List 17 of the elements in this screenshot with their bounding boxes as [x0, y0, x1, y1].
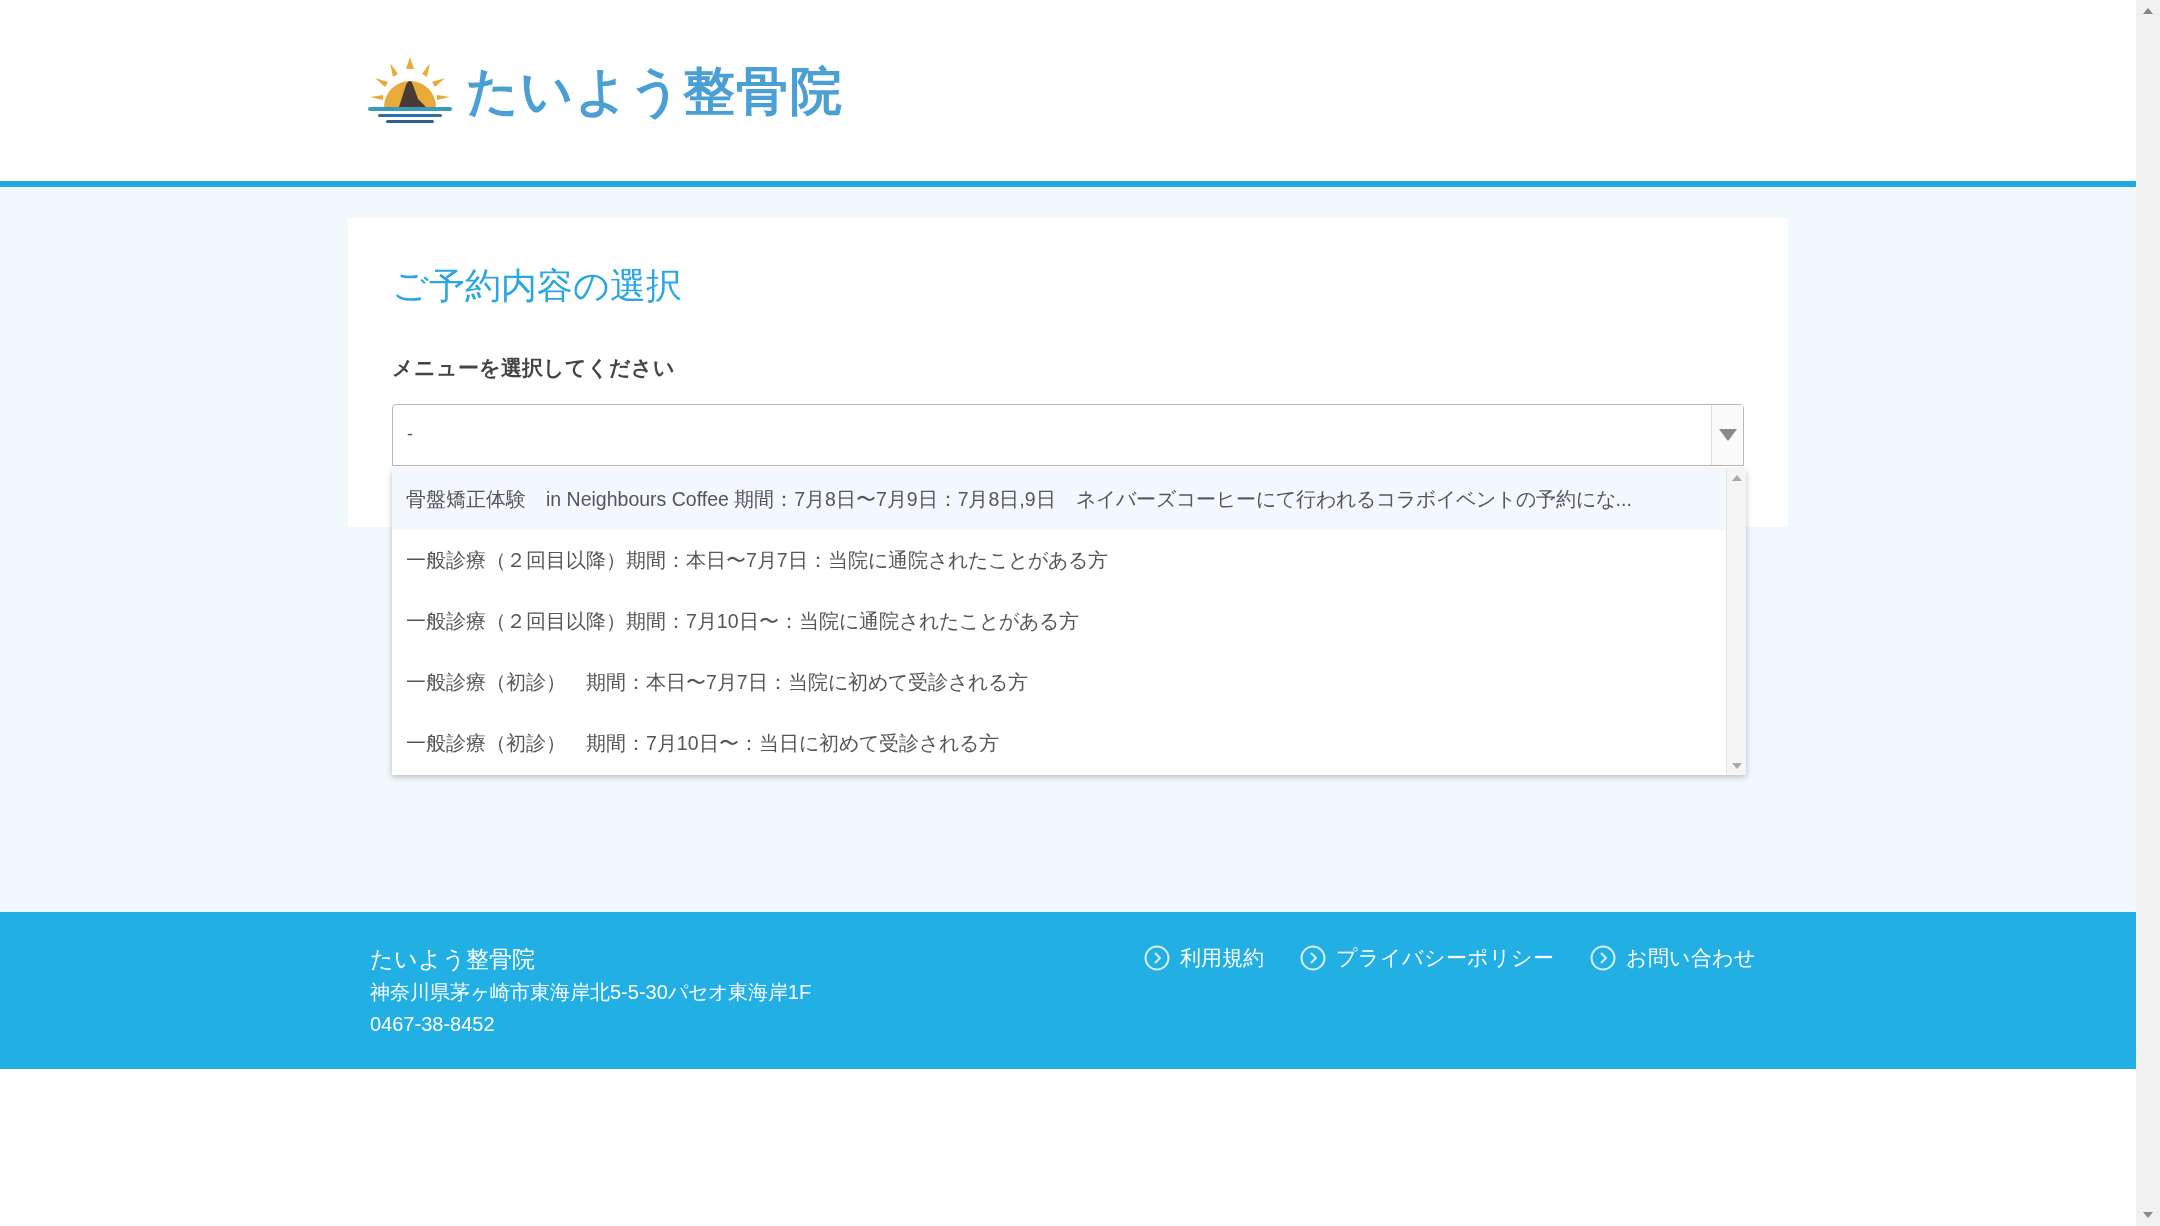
footer-address: 神奈川県茅ヶ崎市東海岸北5-5-30パセオ東海岸1F: [370, 980, 812, 1005]
scroll-down-icon[interactable]: [1731, 763, 1742, 769]
chevron-right-circle-icon: [1590, 944, 1616, 971]
section-title: ご予約内容の選択: [392, 268, 683, 304]
page-scrollbar[interactable]: [2136, 0, 2160, 1226]
scroll-up-icon[interactable]: [2143, 8, 2153, 14]
list-scrollbar[interactable]: [1726, 469, 1746, 775]
scroll-down-icon[interactable]: [2143, 1212, 2153, 1218]
menu-select[interactable]: -: [392, 403, 1744, 466]
footer-clinic-name: たいよう整骨院: [370, 945, 536, 974]
field-label: メニューを選択してください: [392, 355, 676, 381]
footer-phone: 0467-38-8452: [370, 1012, 496, 1037]
chevron-right-circle-icon: [1300, 944, 1326, 971]
caret-down-icon: [1718, 428, 1737, 441]
chevron-right-circle-icon: [1144, 944, 1170, 971]
dropdown-option[interactable]: 骨盤矯正体験 in Neighbours Coffee 期間：7月8日〜7月9日：7月8日,9日 ネイバーズコーヒーにて行われるコラボイベントの予約にな...: [392, 469, 1726, 530]
scroll-up-icon[interactable]: [1731, 475, 1742, 481]
